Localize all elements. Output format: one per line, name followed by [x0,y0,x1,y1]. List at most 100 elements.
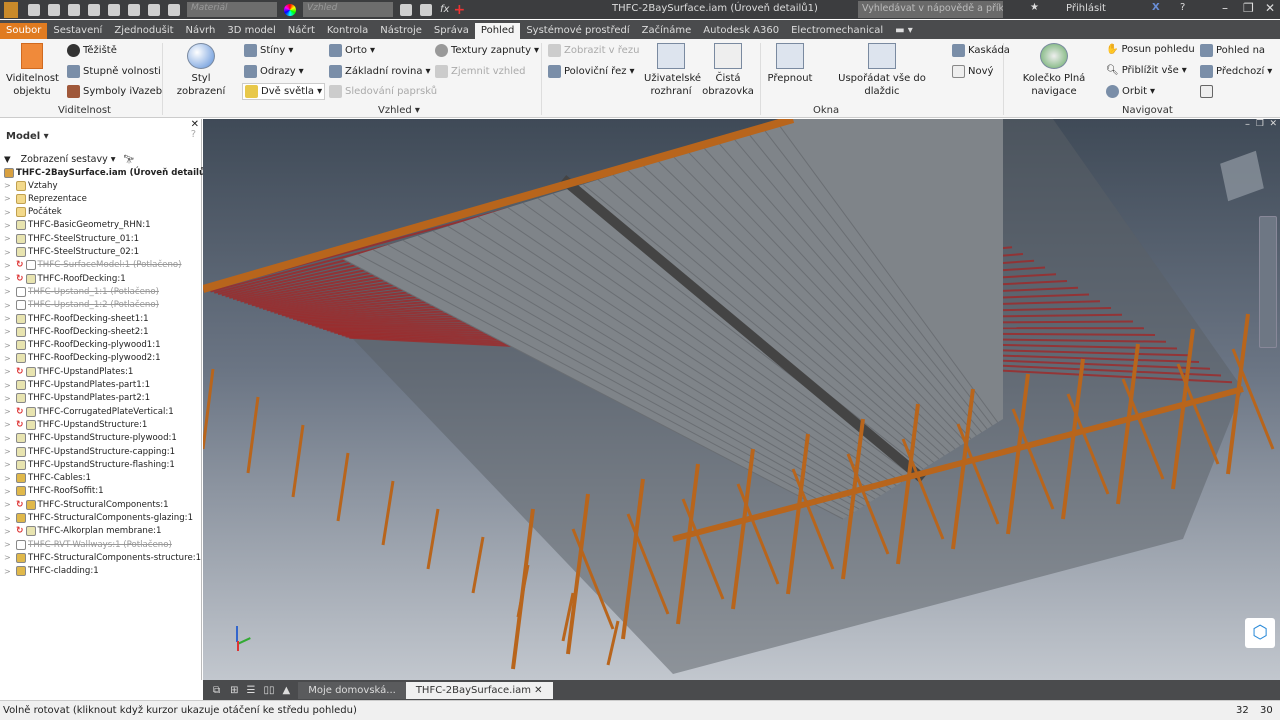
help-icon[interactable]: ? [1180,2,1185,13]
navigation-bar[interactable] [1259,216,1277,348]
redo-icon[interactable] [108,3,120,16]
update-icon[interactable] [168,3,180,16]
expand-icon[interactable]: > [4,261,14,270]
tab-a360[interactable]: Autodesk A360 [697,23,785,39]
find-icon[interactable]: 🔭︎ [124,155,135,165]
browser-item[interactable]: > Reprezentace [4,192,87,205]
expand-icon[interactable]: > [4,527,14,536]
visual-style-button[interactable]: Styl zobrazení [168,43,234,98]
expand-icon[interactable]: > [4,553,14,562]
pan-button[interactable]: ✋ Posun pohledu [1106,44,1195,55]
section-view-button[interactable]: Zobrazit v řezu [548,44,639,57]
browser-root[interactable]: THFC-2BaySurface.iam (Úroveň detailů1) [4,166,215,179]
browser-item[interactable]: > ↻ THFC-SurfaceModel:1 (Potlačeno) [4,259,182,272]
tab-electromechanical[interactable]: Electromechanical [785,23,889,39]
dof-button[interactable]: Stupně volnosti [67,65,161,78]
imate-glyphs-button[interactable]: Symboly iVazeb [67,85,162,98]
3d-viewport[interactable]: – ❐ ✕ ⬡ [203,119,1280,680]
browser-item[interactable]: > THFC-cladding:1 [4,565,99,578]
browser-item[interactable]: > ↻ THFC-Alkorplan membrane:1 [4,525,162,538]
restore-button[interactable]: ❐ [1243,1,1254,15]
view-mode-dropdown[interactable]: Zobrazení sestavy ▾ [21,154,116,165]
tab-assemble[interactable]: Sestavení [47,23,108,39]
expand-icon[interactable]: > [4,274,14,283]
steering-wheel-button[interactable]: Kolečko Plná navigace [1016,43,1092,98]
browser-item[interactable]: > Počátek [4,206,62,219]
expand-icon[interactable]: > [4,394,14,403]
reflections-button[interactable]: Odrazy ▾ [244,65,304,78]
user-interface-button[interactable]: Uživatelské rozhraní [644,43,701,98]
ground-plane-button[interactable]: Základní rovina ▾ [329,65,431,78]
expand-icon[interactable]: > [4,487,14,496]
expand-icon[interactable]: > [4,287,14,296]
select-icon[interactable] [148,3,160,16]
zoom-all-button[interactable]: 🔍︎ Přiblížit vše ▾ [1106,65,1187,76]
half-section-button[interactable]: Poloviční řez ▾ [548,65,635,78]
expand-icon[interactable]: > [4,447,14,456]
appearance-combo[interactable]: Vzhled [303,2,393,17]
orbit-button[interactable]: Orbit ▾ [1106,85,1155,98]
browser-item[interactable]: > THFC-BasicGeometry_RHN:1 [4,219,151,232]
tab-simplify[interactable]: Zjednodušit [108,23,179,39]
material-combo[interactable]: Materiál [187,2,277,17]
expand-icon[interactable]: > [4,367,14,376]
tab-design[interactable]: Návrh [180,23,222,39]
previous-view-button[interactable]: Předchozí ▾ [1200,65,1272,78]
expand-icon[interactable]: > [4,248,14,257]
filter-icon[interactable]: ▼ [4,155,11,165]
expand-icon[interactable]: > [4,234,14,243]
browser-item[interactable]: > THFC-Upstand_1:2 (Potlačeno) [4,299,159,312]
save-icon[interactable] [68,3,80,16]
new-icon[interactable] [28,3,40,16]
new-window-button[interactable]: Nový [952,65,993,78]
tile-windows-icon[interactable]: ⊞ [230,685,238,696]
help-search-input[interactable]: Vyhledávat v nápovědě a příkaz [858,1,1003,18]
tab-get-started[interactable]: Začínáme [636,23,698,39]
shadows-button[interactable]: Stíny ▾ [244,44,293,57]
browser-item[interactable]: > THFC-StructuralComponents-glazing:1 [4,512,193,525]
browser-item[interactable]: > ↻ THFC-UpstandPlates:1 [4,365,133,378]
viewport-restore-icon[interactable]: ❐ [1256,119,1264,129]
tab-view[interactable]: Pohled [474,23,521,39]
expand-icon[interactable]: > [4,540,14,549]
browser-item[interactable]: > ↻ THFC-CorrugatedPlateVertical:1 [4,405,174,418]
tab-sketch[interactable]: Náčrt [282,23,321,39]
browser-item[interactable]: > THFC-UpstandStructure-plywood:1 [4,432,177,445]
object-visibility-button[interactable]: Viditelnost objektu [6,43,59,98]
fx-icon[interactable]: fx [440,4,449,15]
autodesk-share-icon[interactable]: ⬡ [1245,618,1275,648]
home-icon[interactable] [128,3,140,16]
browser-item[interactable]: > THFC-Upstand_1:1 (Potlačeno) [4,285,159,298]
browser-item[interactable]: > THFC-RVT-Wallways:1 (Potlačeno) [4,538,172,551]
exchange-icon[interactable]: X [1152,2,1160,13]
clear-icon[interactable] [420,3,432,16]
tab-3d-model[interactable]: 3D model [221,23,281,39]
cascade-button[interactable]: Kaskáda [952,44,1010,57]
expand-icon[interactable]: > [4,221,14,230]
textures-button[interactable]: Textury zapnuty ▾ [435,44,539,57]
adjust-icon[interactable] [400,3,412,16]
expand-icon[interactable]: > [4,208,14,217]
tab-inspect[interactable]: Kontrola [321,23,374,39]
expand-icon[interactable]: > [4,301,14,310]
browser-item[interactable]: > ↻ THFC-RoofDecking:1 [4,272,126,285]
document-list-icon[interactable]: ▲ [283,685,291,696]
browser-item[interactable]: > THFC-SteelStructure_02:1 [4,246,139,259]
tab-environments[interactable]: Systémové prostředí [520,23,635,39]
expand-icon[interactable]: > [4,407,14,416]
tab-home[interactable]: Moje domovská... [298,681,406,699]
browser-item[interactable]: > THFC-StructuralComponents-structure:1 [4,551,201,564]
browser-item[interactable]: > THFC-RoofSoffit:1 [4,485,104,498]
tile-vertical-icon[interactable]: ▯▯ [264,685,275,696]
tab-tools[interactable]: Nástroje [374,23,428,39]
browser-item[interactable]: > THFC-RoofDecking-sheet2:1 [4,325,149,338]
expand-icon[interactable]: > [4,341,14,350]
viewport-minimize-icon[interactable]: – [1245,119,1250,130]
tile-all-button[interactable]: Uspořádat vše do dlaždic [822,43,942,98]
browser-item[interactable]: > ↻ THFC-StructuralComponents:1 [4,498,169,511]
expand-icon[interactable]: > [4,314,14,323]
help-icon[interactable]: ? [191,129,196,140]
switch-button[interactable]: Přepnout [766,43,814,85]
panel-toggle-icon[interactable]: ▬ ▾ [889,23,919,39]
expand-icon[interactable]: > [4,381,14,390]
